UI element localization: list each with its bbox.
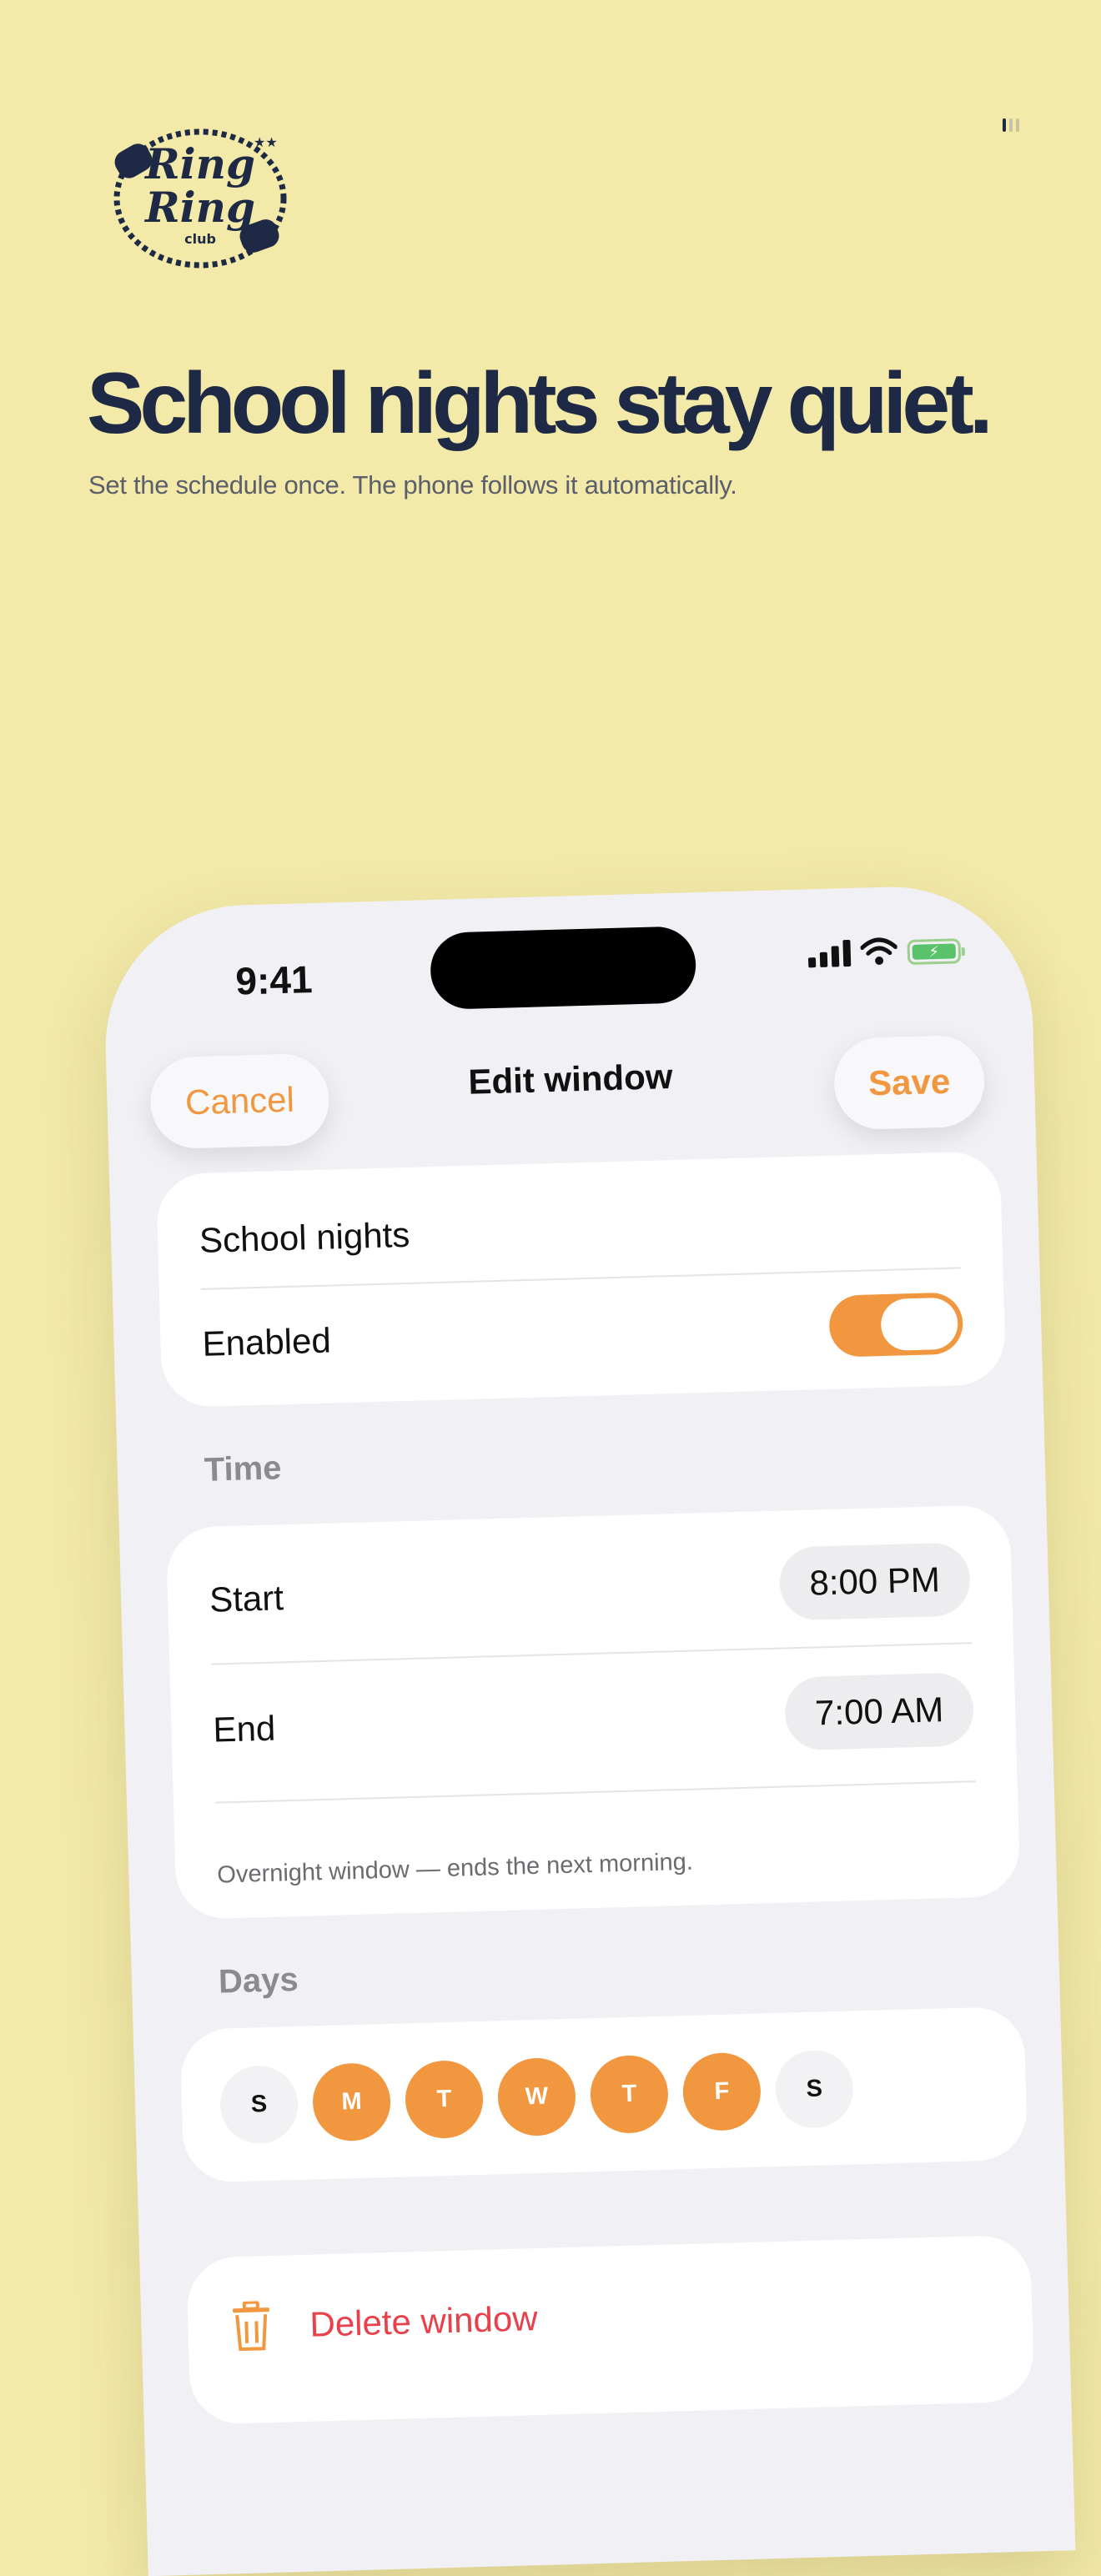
start-time-picker[interactable]: 8:00 PM xyxy=(778,1542,972,1621)
window-name-field[interactable]: School nights xyxy=(199,1215,410,1261)
enabled-toggle[interactable] xyxy=(828,1292,964,1358)
day-chip-4[interactable]: T xyxy=(589,2054,670,2135)
time-card: Start 8:00 PM End 7:00 AM Overnight wind… xyxy=(165,1504,1021,1920)
day-chip-2[interactable]: T xyxy=(404,2059,485,2140)
dynamic-island xyxy=(429,926,697,1011)
end-label: End xyxy=(212,1708,276,1750)
svg-text:★★: ★★ xyxy=(254,136,278,150)
status-icons: ⚡ xyxy=(807,935,962,968)
days-card: SMTWTFS xyxy=(179,2006,1028,2183)
day-chip-0[interactable]: S xyxy=(219,2065,299,2145)
logo-text-ring-2: Ring xyxy=(143,183,255,232)
delete-window-label: Delete window xyxy=(309,2298,539,2344)
end-time-picker[interactable]: 7:00 AM xyxy=(783,1672,975,1751)
logo-text-ring-1: Ring xyxy=(143,139,255,188)
logo-text-club: club xyxy=(184,231,216,247)
ring-ring-club-logo: Ring Ring club ★★ xyxy=(113,128,287,269)
delete-card: Delete window xyxy=(186,2234,1035,2425)
window-settings-card: School nights Enabled xyxy=(155,1151,1007,1409)
day-chip-5[interactable]: F xyxy=(681,2051,762,2132)
battery-charging-icon: ⚡ xyxy=(907,938,962,966)
page-indicator xyxy=(1003,118,1019,132)
time-section-header: Time xyxy=(204,1449,283,1489)
wifi-icon xyxy=(860,937,898,965)
start-label: Start xyxy=(209,1578,284,1619)
days-section-header: Days xyxy=(218,1961,299,2001)
day-chip-3[interactable]: W xyxy=(496,2056,577,2137)
day-chip-6[interactable]: S xyxy=(774,2049,855,2129)
day-chip-1[interactable]: M xyxy=(311,2061,392,2142)
save-button[interactable]: Save xyxy=(832,1034,986,1131)
enabled-label: Enabled xyxy=(201,1320,332,1363)
status-time: 9:41 xyxy=(234,957,314,1003)
headline: School nights stay quiet. xyxy=(87,355,993,452)
trash-icon xyxy=(232,2300,269,2352)
phone-mockup: 9:41 ⚡ Cancel Edit window Save School ni… xyxy=(102,882,1076,2576)
cellular-signal-icon xyxy=(807,938,852,968)
delete-window-button[interactable]: Delete window xyxy=(229,2293,539,2352)
overnight-note: Overnight window — ends the next morning… xyxy=(216,1848,694,1889)
subheadline: Set the schedule once. The phone follows… xyxy=(88,470,737,500)
